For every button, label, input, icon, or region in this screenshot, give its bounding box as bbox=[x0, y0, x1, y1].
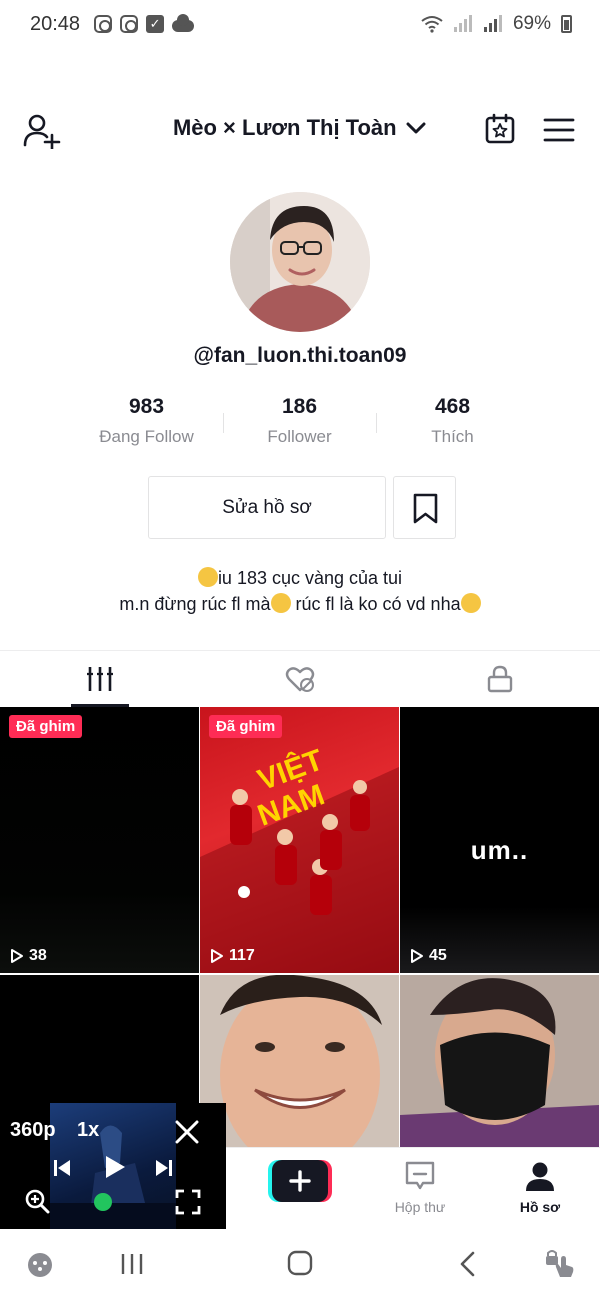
bio-text: iu 183 cục vàng của tui bbox=[217, 568, 403, 588]
stat-following[interactable]: 983 Đang Follow bbox=[70, 395, 223, 447]
inbox-icon bbox=[405, 1161, 435, 1190]
stat-label: Đang Follow bbox=[99, 427, 194, 446]
view-count: 38 bbox=[10, 947, 47, 965]
bookmark-icon bbox=[413, 493, 438, 524]
video-thumbnail[interactable]: um.. 45 bbox=[400, 707, 599, 973]
view-count: 117 bbox=[210, 947, 255, 965]
bio-line: m.n đừng rúc fl mà rúc fl là ko có vd nh… bbox=[0, 591, 600, 617]
profile-bio: iu 183 cục vàng của tui m.n đừng rúc fl … bbox=[0, 565, 600, 617]
stat-value: 983 bbox=[128, 395, 165, 418]
stat-label: Follower bbox=[267, 427, 332, 446]
bio-text: m.n đừng rúc fl mà bbox=[119, 594, 271, 614]
wifi-icon bbox=[421, 16, 443, 33]
stat-label: Thích bbox=[431, 427, 474, 446]
smiling-hearts-emoji-icon bbox=[197, 567, 218, 587]
profile-icon bbox=[526, 1162, 554, 1191]
nav-label: Hộp thư bbox=[394, 1199, 446, 1215]
stat-likes[interactable]: 468 Thích bbox=[376, 395, 529, 447]
video-thumbnail-image: VIỆT NAM bbox=[200, 743, 399, 973]
view-count-value: 38 bbox=[29, 947, 47, 964]
video-thumbnail[interactable] bbox=[400, 975, 599, 1147]
worried-face-emoji-icon bbox=[270, 593, 291, 613]
profile-header: Mèo × Lươn Thị Toàn bbox=[0, 105, 600, 155]
mini-video-player[interactable]: 360p 1x bbox=[0, 1103, 226, 1229]
home-icon[interactable] bbox=[286, 1249, 314, 1277]
profile-stats: 983 Đang Follow 186 Follower 468 Thích bbox=[70, 395, 530, 455]
touch-lock-icon[interactable] bbox=[544, 1249, 576, 1279]
username: @fan_luon.thi.toan09 bbox=[193, 344, 407, 367]
nav-profile[interactable]: Hồ sơ bbox=[500, 1160, 580, 1215]
instagram-icon bbox=[94, 15, 113, 33]
video-thumbnail[interactable] bbox=[200, 975, 399, 1147]
menu-icon[interactable] bbox=[543, 117, 575, 143]
check-icon: ✓ bbox=[146, 15, 165, 33]
android-nav-bar bbox=[0, 1229, 600, 1300]
instagram-icon bbox=[120, 15, 139, 33]
nav-inbox[interactable]: Hộp thư bbox=[380, 1160, 460, 1215]
calendar-star-icon[interactable] bbox=[484, 113, 516, 145]
zoom-in-icon[interactable] bbox=[24, 1188, 50, 1214]
bio-line: iu 183 cục vàng của tui bbox=[0, 565, 600, 591]
video-thumbnail[interactable]: VIỆT NAM Đã ghim 117 bbox=[200, 707, 399, 973]
edit-profile-button[interactable]: Sửa hồ sơ bbox=[148, 476, 386, 539]
battery-icon bbox=[561, 15, 572, 33]
signal-icon bbox=[483, 15, 502, 32]
status-notification-icons: ✓ bbox=[94, 14, 195, 33]
page-title: Mèo × Lươn Thị Toàn bbox=[172, 115, 397, 140]
recent-apps-icon[interactable] bbox=[118, 1251, 146, 1277]
chevron-down-icon bbox=[406, 122, 426, 134]
view-count: 45 bbox=[410, 947, 447, 965]
pinned-badge: Đã ghim bbox=[209, 715, 283, 738]
create-video-button[interactable] bbox=[268, 1160, 332, 1202]
stat-value: 186 bbox=[281, 395, 318, 418]
status-time: 20:48 bbox=[30, 12, 81, 35]
skip-previous-icon[interactable] bbox=[52, 1158, 72, 1178]
back-icon[interactable] bbox=[458, 1250, 478, 1278]
avatar[interactable] bbox=[230, 192, 370, 332]
status-bar: 20:48 ✓ 69% bbox=[0, 0, 600, 48]
heart-hidden-icon bbox=[285, 667, 315, 692]
pinned-badge: Đã ghim bbox=[9, 715, 83, 738]
battery-percent: 69% bbox=[512, 13, 551, 34]
fullscreen-icon[interactable] bbox=[175, 1189, 201, 1215]
status-system-icons: 69% bbox=[421, 13, 572, 35]
cloud-icon bbox=[172, 14, 195, 32]
drag-handle[interactable] bbox=[94, 1193, 112, 1211]
nav-label: Hồ sơ bbox=[519, 1199, 561, 1215]
stat-value: 468 bbox=[434, 395, 471, 418]
skip-next-icon[interactable] bbox=[154, 1158, 174, 1178]
view-count-value: 117 bbox=[229, 947, 255, 964]
grid-icon bbox=[87, 667, 113, 691]
pleading-face-emoji-icon bbox=[460, 593, 481, 613]
play-outline-icon bbox=[211, 949, 223, 963]
play-outline-icon bbox=[11, 949, 23, 963]
video-grid: Đã ghim 38 VIỆT NAM Đã ghim 117 um.. 45 bbox=[0, 707, 600, 1147]
favorites-button[interactable] bbox=[393, 476, 456, 539]
video-thumbnail[interactable]: Đã ghim 38 bbox=[0, 707, 199, 973]
close-icon[interactable] bbox=[174, 1119, 200, 1145]
video-thumbnail-image bbox=[400, 975, 599, 1147]
tab-liked[interactable] bbox=[200, 651, 400, 708]
bio-text: rúc fl là ko có vd nha bbox=[290, 594, 461, 614]
play-icon[interactable] bbox=[104, 1155, 126, 1179]
tab-videos[interactable] bbox=[0, 651, 200, 708]
playback-speed-toggle[interactable]: 1x bbox=[77, 1119, 99, 1142]
stat-followers[interactable]: 186 Follower bbox=[223, 395, 376, 447]
lock-icon bbox=[487, 665, 513, 693]
video-overlay-text: um.. bbox=[470, 835, 529, 865]
game-launcher-icon[interactable] bbox=[26, 1251, 54, 1279]
view-count-value: 45 bbox=[429, 947, 447, 964]
tab-private[interactable] bbox=[400, 651, 600, 708]
content-tabs bbox=[0, 650, 600, 707]
play-outline-icon bbox=[411, 949, 423, 963]
video-thumbnail-image bbox=[200, 975, 399, 1147]
signal-icon bbox=[453, 15, 472, 32]
avatar-image bbox=[230, 192, 370, 332]
resolution-toggle[interactable]: 360p bbox=[10, 1119, 56, 1142]
